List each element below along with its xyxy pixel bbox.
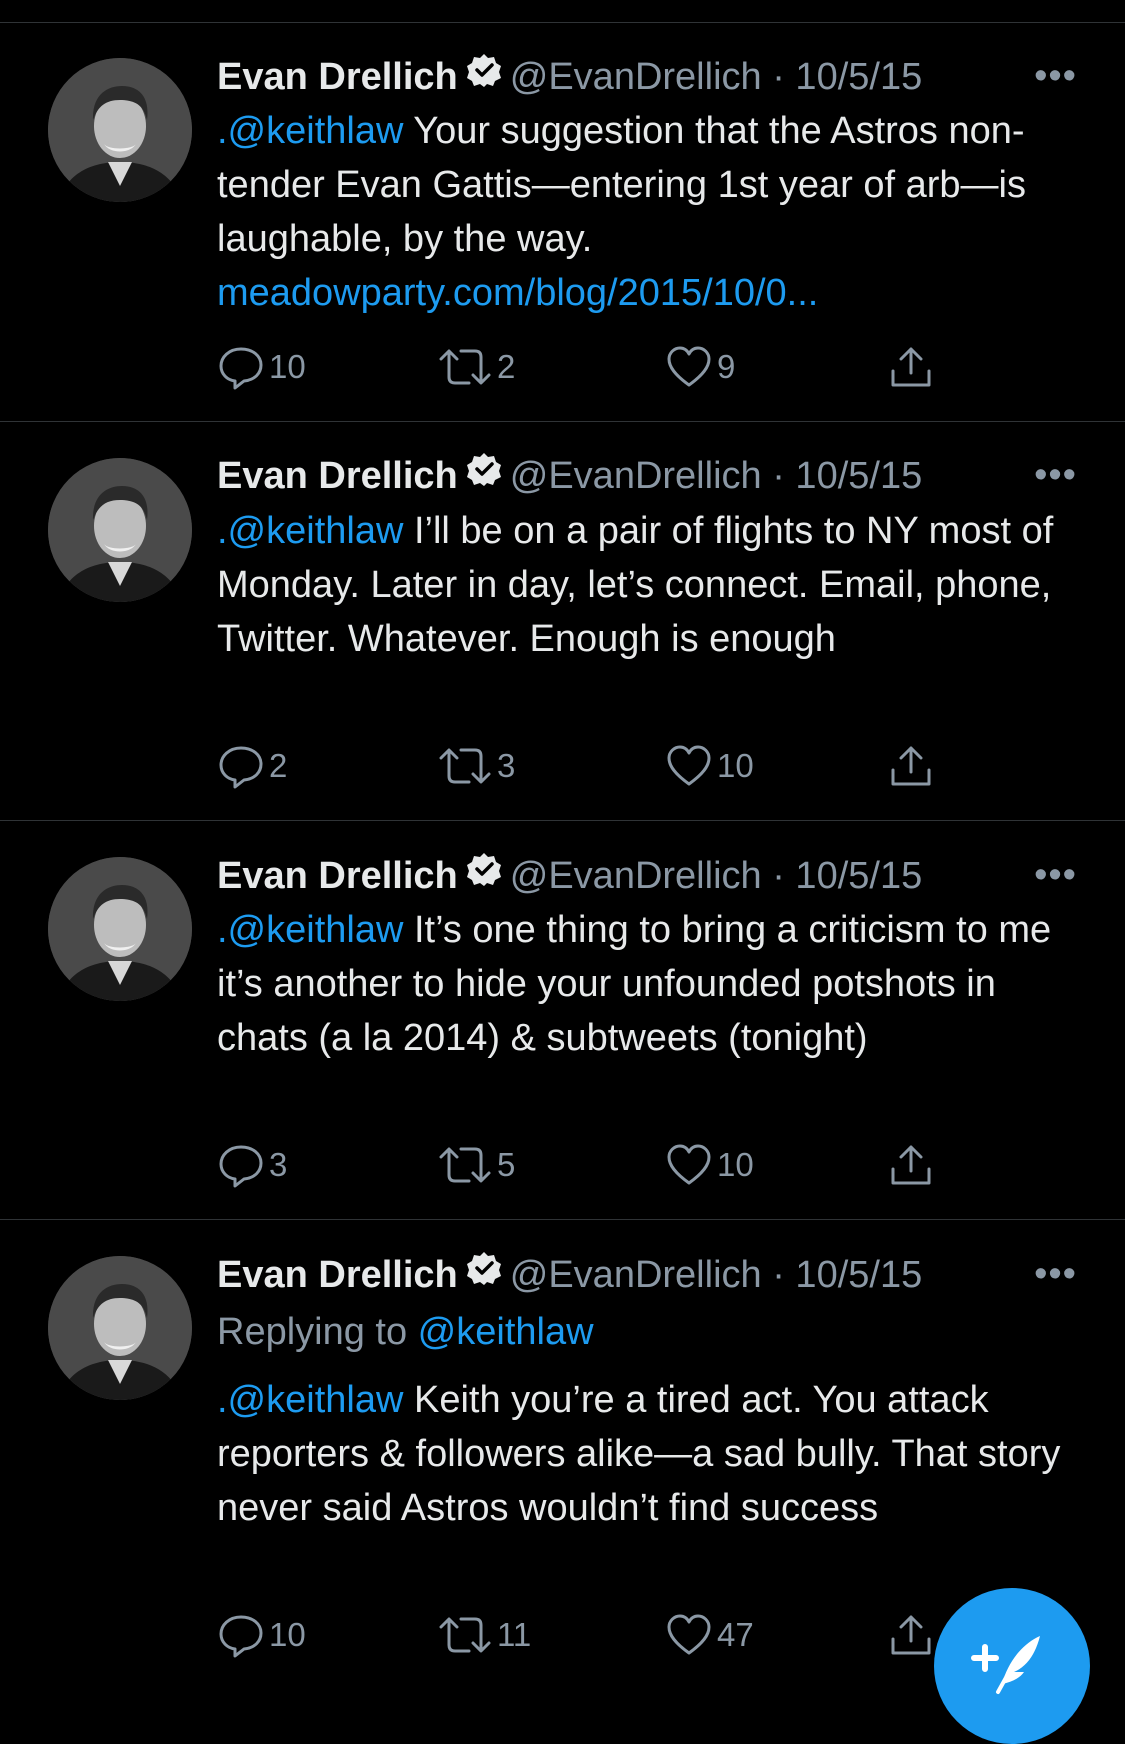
top-divider <box>0 22 1125 23</box>
speech-bubble-icon <box>219 746 263 789</box>
tweet-text: .@keithlaw I’ll be on a pair of flights … <box>217 504 1097 666</box>
more-options-icon[interactable]: ••• <box>1034 850 1077 900</box>
mention-link[interactable]: .@keithlaw <box>217 909 403 951</box>
retweet-count: 5 <box>497 1146 516 1183</box>
replying-to-mention[interactable]: @keithlaw <box>418 1311 594 1353</box>
share-upload-icon <box>891 1615 931 1655</box>
tweet-text: .@keithlaw Keith you’re a tired act. You… <box>217 1373 1097 1535</box>
retweet-arrows-icon <box>439 349 491 385</box>
share-button[interactable] <box>887 342 939 392</box>
tweet-header: Evan Drellich @EvanDrellich · 10/5/15 ••• <box>217 1249 1077 1299</box>
tweet-divider <box>0 1219 1125 1220</box>
like-button[interactable]: 10 <box>665 1140 754 1190</box>
author-name[interactable]: Evan Drellich <box>217 56 458 98</box>
reply-count: 2 <box>269 747 288 784</box>
speech-bubble-icon <box>219 347 263 390</box>
like-count: 9 <box>717 348 736 385</box>
retweet-button[interactable]: 5 <box>437 1140 515 1190</box>
tweet-url-link[interactable]: meadowparty.com/blog/2015/10/0... <box>217 266 1097 320</box>
tweet-divider <box>0 421 1125 422</box>
like-button[interactable]: 9 <box>665 342 735 392</box>
replying-to-label: Replying to <box>217 1311 418 1353</box>
tweet-header: Evan Drellich @EvanDrellich · 10/5/15 ••• <box>217 850 1077 900</box>
avatar[interactable] <box>48 1256 192 1400</box>
author-name[interactable]: Evan Drellich <box>217 855 458 897</box>
author-handle[interactable]: @EvanDrellich <box>510 855 762 897</box>
verified-badge-icon <box>466 1249 502 1299</box>
share-button[interactable] <box>887 1610 939 1660</box>
tweet-header: Evan Drellich @EvanDrellich · 10/5/15 ••• <box>217 450 1077 500</box>
more-options-icon[interactable]: ••• <box>1034 450 1077 500</box>
reply-count: 3 <box>269 1146 288 1183</box>
mention-link[interactable]: .@keithlaw <box>217 510 403 552</box>
retweet-count: 2 <box>497 348 516 385</box>
avatar[interactable] <box>48 857 192 1001</box>
verified-badge-icon <box>466 850 502 900</box>
like-button[interactable]: 10 <box>665 741 754 791</box>
tweet-actions: 3 5 10 <box>217 1140 937 1190</box>
reply-button[interactable]: 3 <box>217 1140 287 1190</box>
share-button[interactable] <box>887 741 939 791</box>
tweet-actions: 10 2 9 <box>217 342 937 392</box>
tweet-divider <box>0 820 1125 821</box>
author-handle[interactable]: @EvanDrellich <box>510 1254 762 1296</box>
replying-to: Replying to @keithlaw <box>217 1305 594 1359</box>
retweet-arrows-icon <box>439 748 491 784</box>
author-handle[interactable]: @EvanDrellich <box>510 56 762 98</box>
speech-bubble-icon <box>219 1615 263 1658</box>
reply-count: 10 <box>269 348 306 385</box>
compose-feather-plus-icon <box>971 1636 1040 1694</box>
mention-link[interactable]: .@keithlaw <box>217 110 403 152</box>
retweet-button[interactable]: 2 <box>437 342 515 392</box>
share-upload-icon <box>891 347 931 387</box>
like-count: 47 <box>717 1616 754 1653</box>
verified-badge-icon <box>466 450 502 500</box>
more-options-icon[interactable]: ••• <box>1034 51 1077 101</box>
avatar[interactable] <box>48 458 192 602</box>
tweet-actions: 10 11 47 <box>217 1610 937 1660</box>
like-count: 10 <box>717 747 754 784</box>
tweet-date: · 10/5/15 <box>772 56 923 99</box>
reply-count: 10 <box>269 1616 306 1653</box>
retweet-button[interactable]: 11 <box>437 1610 531 1660</box>
more-options-icon[interactable]: ••• <box>1034 1249 1077 1299</box>
tweet-date: · 10/5/15 <box>772 1254 923 1297</box>
retweet-arrows-icon <box>439 1617 491 1653</box>
like-button[interactable]: 47 <box>665 1610 754 1660</box>
reply-button[interactable]: 10 <box>217 342 306 392</box>
heart-icon <box>667 1614 711 1655</box>
author-name[interactable]: Evan Drellich <box>217 1254 458 1296</box>
heart-icon <box>667 745 711 786</box>
tweet-date: · 10/5/15 <box>772 855 923 898</box>
avatar[interactable] <box>48 58 192 202</box>
verified-badge-icon <box>466 51 502 101</box>
share-upload-icon <box>891 1145 931 1185</box>
heart-icon <box>667 1144 711 1185</box>
retweet-count: 3 <box>497 747 516 784</box>
share-button[interactable] <box>887 1140 939 1190</box>
tweet-text: .@keithlaw It’s one thing to bring a cri… <box>217 903 1097 1065</box>
tweet-date: · 10/5/15 <box>772 455 923 498</box>
share-upload-icon <box>891 746 931 786</box>
retweet-button[interactable]: 3 <box>437 741 515 791</box>
author-handle[interactable]: @EvanDrellich <box>510 455 762 497</box>
tweet-header: Evan Drellich @EvanDrellich · 10/5/15 ••• <box>217 51 1077 101</box>
tweet-text: .@keithlaw Your suggestion that the Astr… <box>217 104 1097 320</box>
tweet-actions: 2 3 10 <box>217 741 937 791</box>
speech-bubble-icon <box>219 1145 263 1188</box>
compose-tweet-button[interactable] <box>934 1588 1090 1744</box>
reply-button[interactable]: 10 <box>217 1610 306 1660</box>
mention-link[interactable]: .@keithlaw <box>217 1379 403 1421</box>
retweet-arrows-icon <box>439 1147 491 1183</box>
reply-button[interactable]: 2 <box>217 741 287 791</box>
like-count: 10 <box>717 1146 754 1183</box>
retweet-count: 11 <box>497 1616 532 1653</box>
heart-icon <box>667 346 711 387</box>
author-name[interactable]: Evan Drellich <box>217 455 458 497</box>
